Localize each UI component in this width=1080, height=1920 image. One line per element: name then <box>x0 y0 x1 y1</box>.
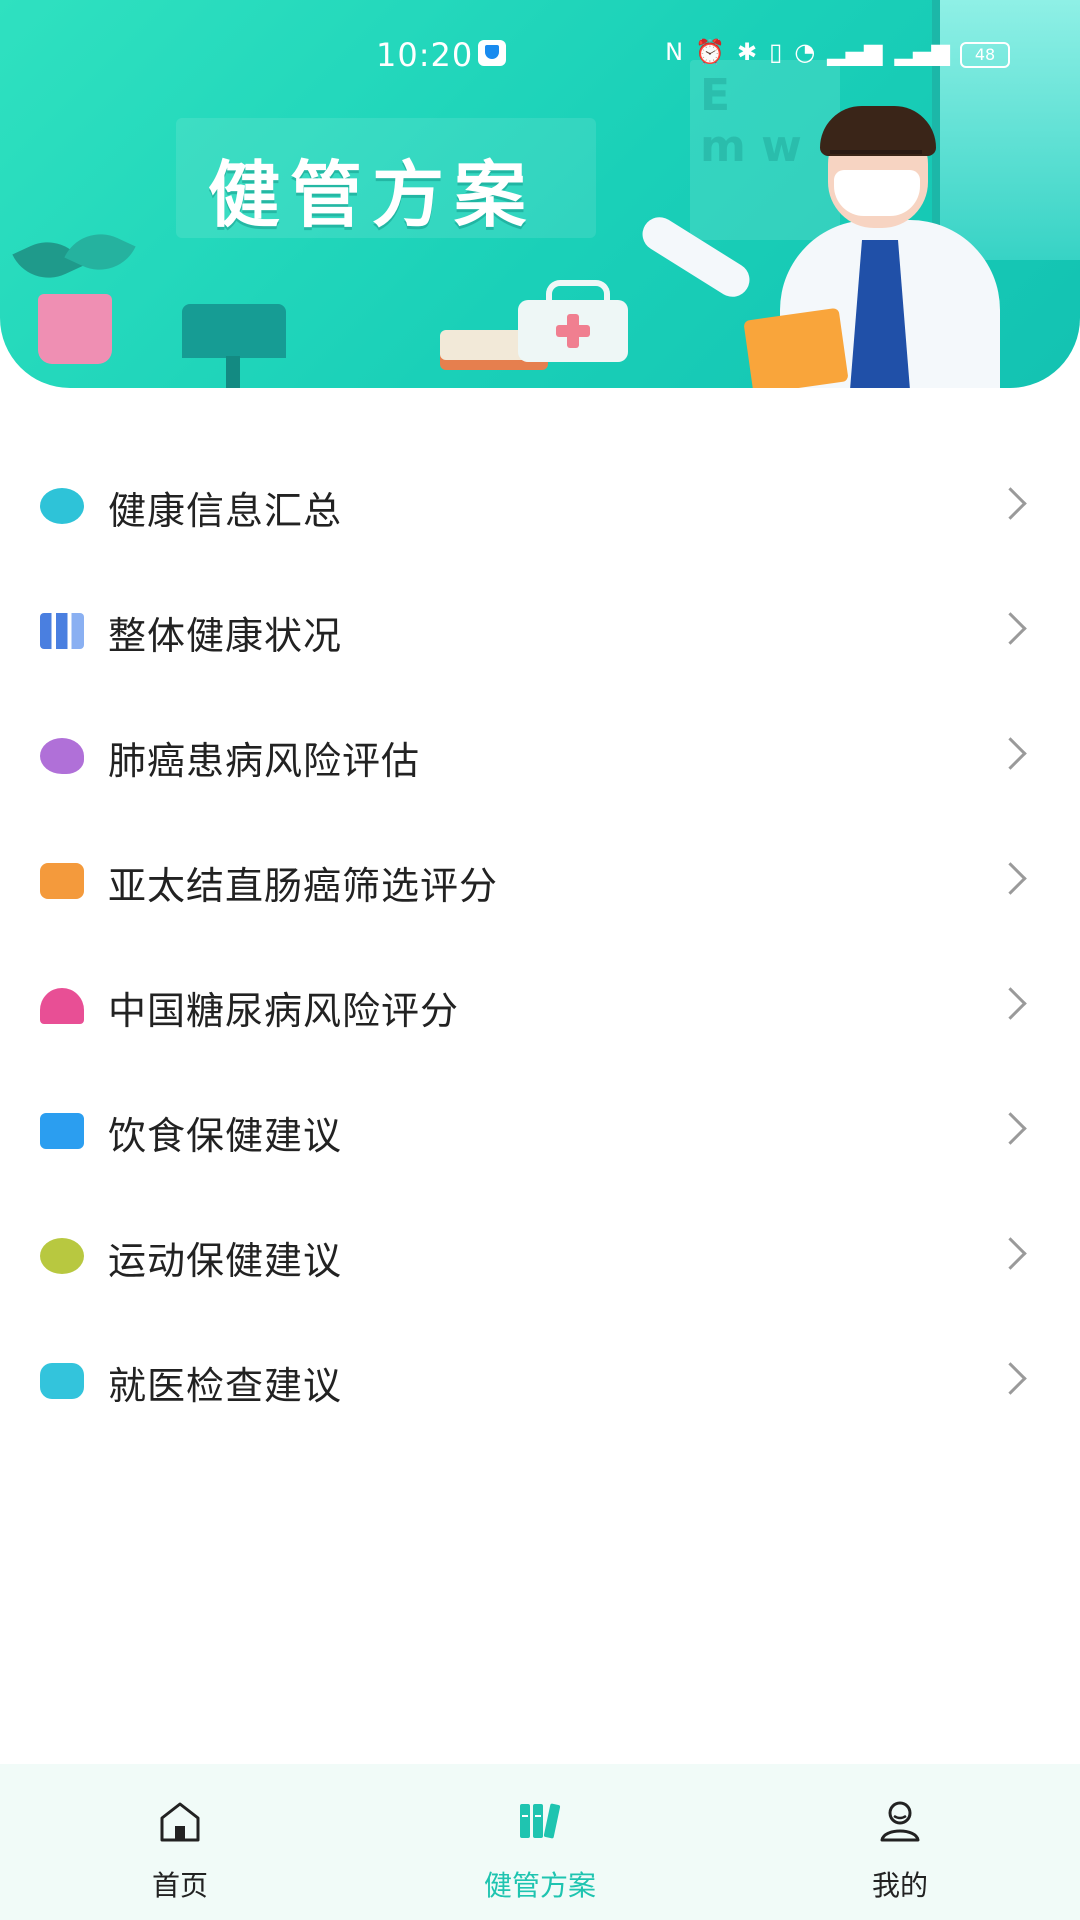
chevron-right-icon <box>994 737 1027 770</box>
alarm-light-icon <box>40 988 84 1024</box>
menu-item-colorectal-screening[interactable]: 亚太结直肠癌筛选评分 <box>0 821 1080 941</box>
bottom-nav: 首页 健管方案 我的 <box>0 1764 1080 1920</box>
chevron-right-icon <box>994 1237 1027 1270</box>
medical-cross-icon <box>552 310 594 352</box>
page-title: 健管方案 <box>208 153 537 237</box>
signal-4g-icon: ▂▄▆ <box>827 38 883 66</box>
status-bar: 10:20 N ⏰ ✱ ▯ ◔ ▂▄▆ ▂▄▆ 48 <box>0 36 1080 76</box>
toolbox-icon <box>40 863 84 899</box>
nav-profile[interactable]: 我的 <box>790 1764 1010 1920</box>
nav-label: 我的 <box>871 1869 928 1902</box>
eye-chart-illustration: Em w <box>690 60 840 240</box>
menu-item-label: 肺癌患病风险评估 <box>108 739 421 783</box>
chevron-right-icon <box>994 487 1027 520</box>
menu-item-label: 中国糖尿病风险评分 <box>108 989 460 1033</box>
menu-item-label: 整体健康状况 <box>108 614 343 658</box>
nav-label: 首页 <box>151 1869 208 1902</box>
menu-item-label: 饮食保健建议 <box>108 1114 343 1158</box>
chevron-right-icon <box>994 987 1027 1020</box>
menu-item-label: 健康信息汇总 <box>108 489 343 533</box>
menu-item-exercise-advice[interactable]: 运动保健建议 <box>0 1196 1080 1316</box>
chair-illustration <box>182 304 286 358</box>
battery-icon: 48 <box>960 42 1010 68</box>
menu-item-label: 运动保健建议 <box>108 1239 343 1283</box>
shield-plus-icon <box>40 488 84 524</box>
bluetooth-icon: ✱ <box>736 38 758 66</box>
plant-pot-illustration <box>38 294 112 364</box>
chevron-right-icon <box>994 1112 1027 1145</box>
dumbbell-icon <box>40 1238 84 1274</box>
signal-5g-icon: ▂▄▆ <box>894 38 950 66</box>
document-lines-icon <box>40 1363 84 1399</box>
menu-item-diabetes-risk[interactable]: 中国糖尿病风险评分 <box>0 946 1080 1066</box>
chevron-right-icon <box>994 612 1027 645</box>
clipboard-illustration <box>743 307 849 388</box>
nfc-icon: N <box>665 38 684 66</box>
food-bowl-icon <box>40 1113 84 1149</box>
chair-leg-illustration <box>226 356 240 388</box>
nav-home[interactable]: 首页 <box>70 1764 290 1920</box>
wifi-icon: ◔ <box>794 38 816 66</box>
doctor-mask-illustration <box>834 170 920 216</box>
menu-item-label: 就医检查建议 <box>108 1364 343 1408</box>
user-icon <box>880 1801 920 1842</box>
vibrate-icon: ▯ <box>769 38 783 66</box>
nav-health-plan[interactable]: 健管方案 <box>430 1764 650 1920</box>
menu-item-medical-checkup-advice[interactable]: 就医检查建议 <box>0 1321 1080 1441</box>
security-shield-icon <box>478 40 506 66</box>
plant-leaf-illustration <box>64 221 136 283</box>
chevron-right-icon <box>994 1362 1027 1395</box>
menu-item-lung-cancer-risk[interactable]: 肺癌患病风险评估 <box>0 696 1080 816</box>
menu-item-overall-health[interactable]: 整体健康状况 <box>0 571 1080 691</box>
nav-label: 健管方案 <box>483 1869 596 1902</box>
bars-chart-icon <box>40 613 84 649</box>
menu-item-label: 亚太结直肠癌筛选评分 <box>108 864 499 908</box>
menu-item-health-summary[interactable]: 健康信息汇总 <box>0 446 1080 566</box>
status-time: 10:20 <box>376 36 474 74</box>
chevron-right-icon <box>994 862 1027 895</box>
books-icon <box>520 1803 561 1839</box>
menu-item-diet-advice[interactable]: 饮食保健建议 <box>0 1071 1080 1191</box>
home-icon <box>160 1802 200 1842</box>
flower-list-icon <box>40 738 84 774</box>
header-banner: Em w 健管方案 10:20 N ⏰ ✱ ▯ ◔ ▂▄▆ ▂▄▆ 48 <box>0 0 1080 388</box>
alarm-icon: ⏰ <box>695 38 725 66</box>
doctor-hair-illustration <box>820 106 936 156</box>
